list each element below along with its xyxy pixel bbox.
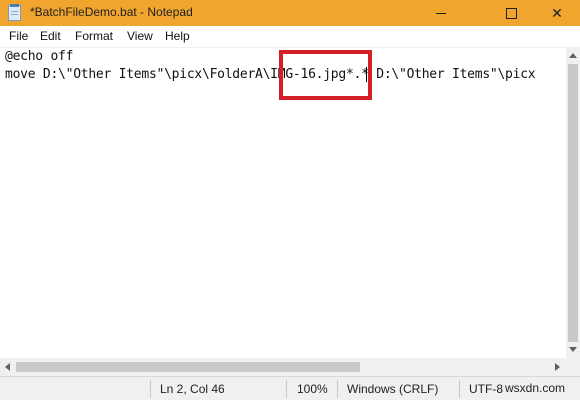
vertical-scrollbar[interactable] bbox=[566, 48, 580, 358]
notepad-window: *BatchFileDemo.bat - Notepad ✕ File Edit… bbox=[0, 0, 580, 400]
horizontal-scrollbar[interactable] bbox=[0, 358, 566, 376]
menu-format[interactable]: Format bbox=[75, 29, 113, 43]
status-divider bbox=[337, 380, 338, 398]
scroll-left-icon[interactable] bbox=[5, 363, 10, 371]
close-icon: ✕ bbox=[551, 5, 563, 21]
highlight-annotation-box bbox=[279, 50, 372, 100]
cursor-position: Ln 2, Col 46 bbox=[160, 382, 225, 396]
status-divider bbox=[286, 380, 287, 398]
line-ending: Windows (CRLF) bbox=[347, 382, 439, 396]
horizontal-scroll-thumb[interactable] bbox=[16, 362, 360, 372]
vertical-scroll-thumb[interactable] bbox=[568, 64, 578, 342]
scroll-right-icon[interactable] bbox=[555, 363, 560, 371]
minimize-button[interactable] bbox=[418, 0, 464, 26]
close-button[interactable]: ✕ bbox=[534, 0, 580, 26]
zoom-level: 100% bbox=[297, 382, 328, 396]
editor-line-1: @echo off bbox=[5, 49, 74, 64]
title-bar[interactable]: *BatchFileDemo.bat - Notepad ✕ bbox=[0, 0, 580, 26]
menu-bar: File Edit Format View Help bbox=[0, 26, 580, 48]
status-divider bbox=[150, 380, 151, 398]
status-bar: Ln 2, Col 46 100% Windows (CRLF) UTF-8 w… bbox=[0, 376, 580, 400]
minimize-icon bbox=[436, 13, 446, 14]
scroll-up-icon[interactable] bbox=[569, 53, 577, 58]
encoding: UTF-8 bbox=[469, 382, 503, 396]
maximize-button[interactable] bbox=[488, 0, 534, 26]
scrollbar-corner bbox=[566, 358, 580, 376]
menu-help[interactable]: Help bbox=[165, 29, 190, 43]
editor-line-2: move D:\"Other Items"\picx\FolderA\IMG-1… bbox=[5, 67, 536, 82]
menu-view[interactable]: View bbox=[127, 29, 153, 43]
window-title: *BatchFileDemo.bat - Notepad bbox=[30, 5, 193, 19]
maximize-icon bbox=[506, 8, 517, 19]
menu-file[interactable]: File bbox=[9, 29, 28, 43]
notepad-icon bbox=[8, 4, 21, 21]
menu-edit[interactable]: Edit bbox=[40, 29, 61, 43]
status-divider bbox=[459, 380, 460, 398]
watermark-text: wsxdn.com bbox=[505, 381, 566, 395]
scroll-down-icon[interactable] bbox=[569, 347, 577, 352]
